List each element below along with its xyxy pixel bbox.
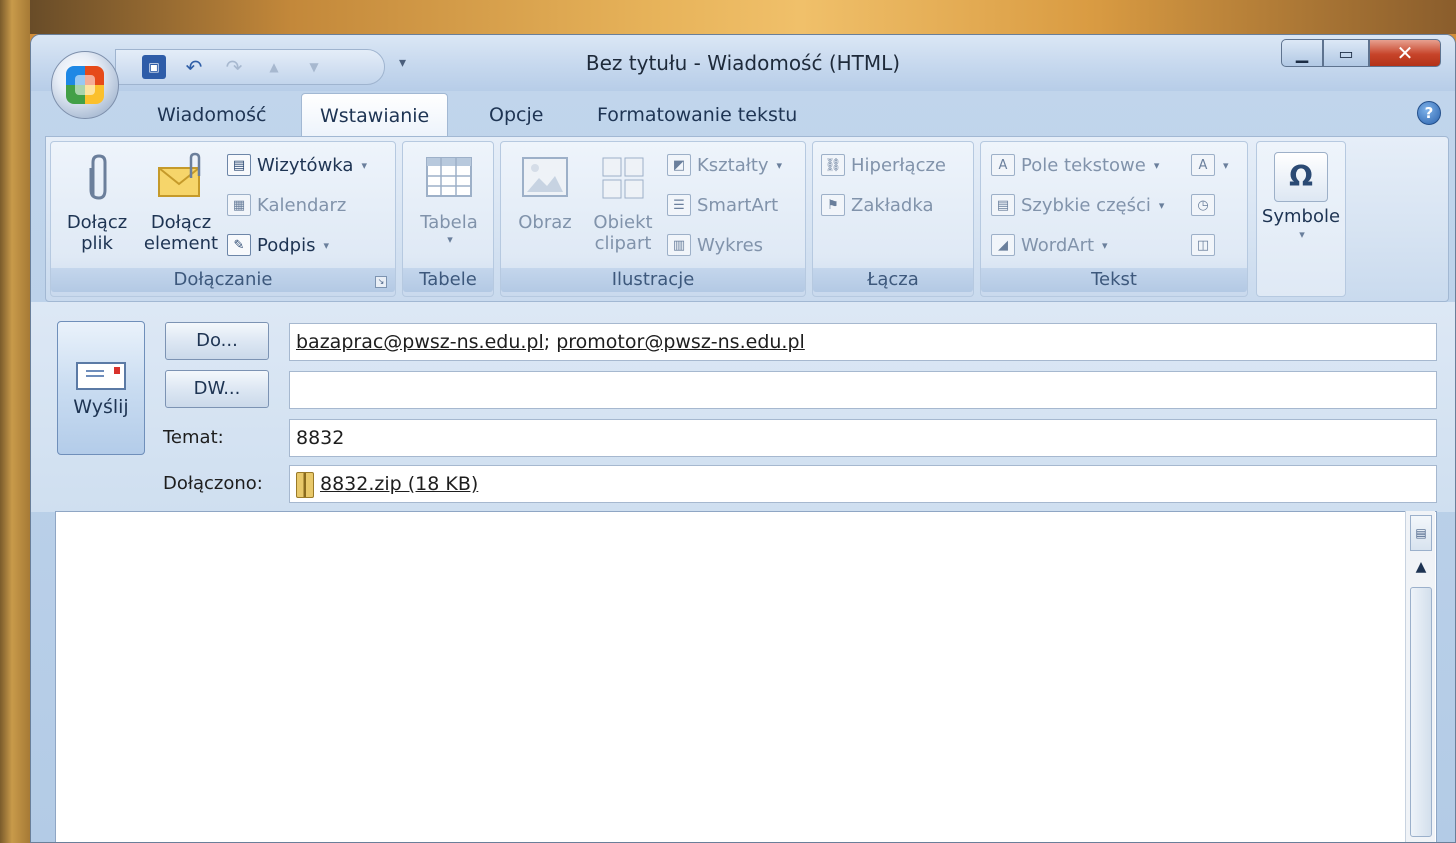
hyperlink-button[interactable]: ⛓ Hiperłącze [821, 154, 946, 176]
subject-label: Temat: [163, 427, 224, 448]
office-button[interactable] [51, 51, 119, 119]
message-window: ▣ ↶ ↷ ▲ ▼ ▾ Bez tytułu - Wiadomość (HTML… [30, 34, 1456, 843]
title-bar: ▣ ↶ ↷ ▲ ▼ ▾ Bez tytułu - Wiadomość (HTML… [31, 35, 1455, 91]
chart-button[interactable]: ▥ Wykres [667, 234, 763, 256]
send-envelope-icon [76, 362, 126, 390]
table-button[interactable]: Tabela ▾ [409, 152, 489, 246]
dialog-launcher-icon[interactable]: ↘ [375, 276, 387, 288]
attachment-field[interactable]: 8832.zip (18 KB) [289, 465, 1437, 503]
signature-icon: ✎ [227, 234, 251, 256]
smartart-button[interactable]: ☰ SmartArt [667, 194, 778, 216]
picture-icon [522, 157, 568, 197]
shapes-icon: ◩ [667, 154, 691, 176]
to-field[interactable]: bazaprac@pwsz-ns.edu.pl; promotor@pwsz-n… [289, 323, 1437, 361]
window-controls: ▁ ▭ ✕ [1281, 39, 1441, 67]
message-body[interactable] [55, 511, 1437, 842]
group-lacza: ⛓ Hiperłącze ⚑ Zakładka Łącza [812, 141, 974, 297]
group-label-dolaczanie: Dołączanie [51, 268, 395, 292]
group-tabele: Tabela ▾ Tabele [402, 141, 494, 297]
subject-field[interactable]: 8832 [289, 419, 1437, 457]
recipient-link-1[interactable]: bazaprac@pwsz-ns.edu.pl [296, 331, 544, 353]
clipart-button[interactable]: Obiekt clipart [585, 152, 661, 255]
attachment-link[interactable]: 8832.zip (18 KB) [320, 473, 478, 495]
group-label-ilustracje: Ilustracje [501, 268, 805, 292]
symbols-button[interactable]: Ω Symbole ▾ [1261, 152, 1341, 241]
drop-cap-icon: A [1191, 154, 1215, 176]
quick-parts-button[interactable]: ▤ Szybkie części ▾ [991, 194, 1164, 216]
scroll-thumb[interactable] [1410, 587, 1432, 837]
desktop-background-left [0, 0, 30, 843]
recipient-separator: ; [543, 331, 557, 353]
calendar-button[interactable]: ▦ Kalendarz [227, 194, 346, 216]
group-ilustracje: Obraz Obiekt clipart ◩ Kształty ▾ ☰ Smart… [500, 141, 806, 297]
text-box-button[interactable]: A Pole tekstowe ▾ [991, 154, 1159, 176]
tab-wstawianie[interactable]: Wstawianie [301, 93, 449, 137]
business-card-icon: ▤ [227, 154, 251, 176]
send-button[interactable]: Wyślij [57, 321, 145, 455]
attach-file-button[interactable]: Dołącz plik [59, 152, 135, 255]
chart-icon: ▥ [667, 234, 691, 256]
business-card-button[interactable]: ▤ Wizytówka ▾ [227, 154, 367, 176]
bookmark-button[interactable]: ⚑ Zakładka [821, 194, 934, 216]
text-box-icon: A [991, 154, 1015, 176]
help-icon[interactable]: ? [1417, 101, 1441, 125]
ribbon: Dołącz plik Dołącz element ▤ Wizytówka ▾ … [45, 136, 1449, 302]
ruler-toggle-icon[interactable]: ▤ [1410, 515, 1432, 551]
envelope-clip-icon [158, 152, 201, 197]
tab-opcje[interactable]: Opcje [471, 93, 561, 137]
scroll-up-icon[interactable]: ▲ [1412, 559, 1430, 577]
date-time-icon: ◷ [1191, 194, 1215, 216]
clipart-icon [602, 157, 644, 199]
group-symbole: Ω Symbole ▾ [1256, 141, 1346, 297]
omega-icon: Ω [1274, 152, 1328, 202]
cc-field[interactable] [289, 371, 1437, 409]
object-icon: ◫ [1191, 234, 1215, 256]
calendar-icon: ▦ [227, 194, 251, 216]
date-time-button[interactable]: ◷ [1191, 194, 1215, 216]
tab-formatowanie-tekstu[interactable]: Formatowanie tekstu [579, 93, 815, 137]
paperclip-icon [89, 154, 107, 200]
shapes-button[interactable]: ◩ Kształty ▾ [667, 154, 782, 176]
hyperlink-icon: ⛓ [821, 154, 845, 176]
group-label-lacza: Łącza [813, 268, 973, 292]
signature-button[interactable]: ✎ Podpis ▾ [227, 234, 329, 256]
minimize-button[interactable]: ▁ [1281, 39, 1323, 67]
quick-parts-icon: ▤ [991, 194, 1015, 216]
group-tekst: A Pole tekstowe ▾ ▤ Szybkie części ▾ ◢ Wor… [980, 141, 1248, 297]
table-icon [426, 157, 472, 197]
cc-button[interactable]: DW... [165, 370, 269, 408]
office-logo-icon [66, 66, 104, 104]
attached-label: Dołączono: [163, 473, 263, 494]
drop-cap-button[interactable]: A ▾ [1191, 154, 1229, 176]
tab-wiadomosc[interactable]: Wiadomość [139, 93, 284, 137]
window-title: Bez tytułu - Wiadomość (HTML) [585, 51, 901, 75]
picture-button[interactable]: Obraz [507, 152, 583, 233]
bookmark-icon: ⚑ [821, 194, 845, 216]
ribbon-tabs: Wiadomość Wstawianie Opcje Formatowanie … [31, 91, 1455, 137]
close-button[interactable]: ✕ [1369, 39, 1441, 67]
vertical-scrollbar[interactable]: ▤ ▲ [1405, 511, 1435, 842]
to-button[interactable]: Do... [165, 322, 269, 360]
recipient-link-2[interactable]: promotor@pwsz-ns.edu.pl [556, 331, 805, 353]
group-label-tabele: Tabele [403, 268, 493, 292]
zip-file-icon [296, 471, 314, 498]
group-dolaczanie: Dołącz plik Dołącz element ▤ Wizytówka ▾ … [50, 141, 396, 297]
group-label-tekst: Tekst [981, 268, 1247, 292]
wordart-button[interactable]: ◢ WordArt ▾ [991, 234, 1108, 256]
maximize-button[interactable]: ▭ [1323, 39, 1369, 67]
smartart-icon: ☰ [667, 194, 691, 216]
wordart-icon: ◢ [991, 234, 1015, 256]
attach-item-button[interactable]: Dołącz element [137, 152, 225, 255]
desktop-background-top [0, 0, 1456, 34]
object-button[interactable]: ◫ [1191, 234, 1215, 256]
